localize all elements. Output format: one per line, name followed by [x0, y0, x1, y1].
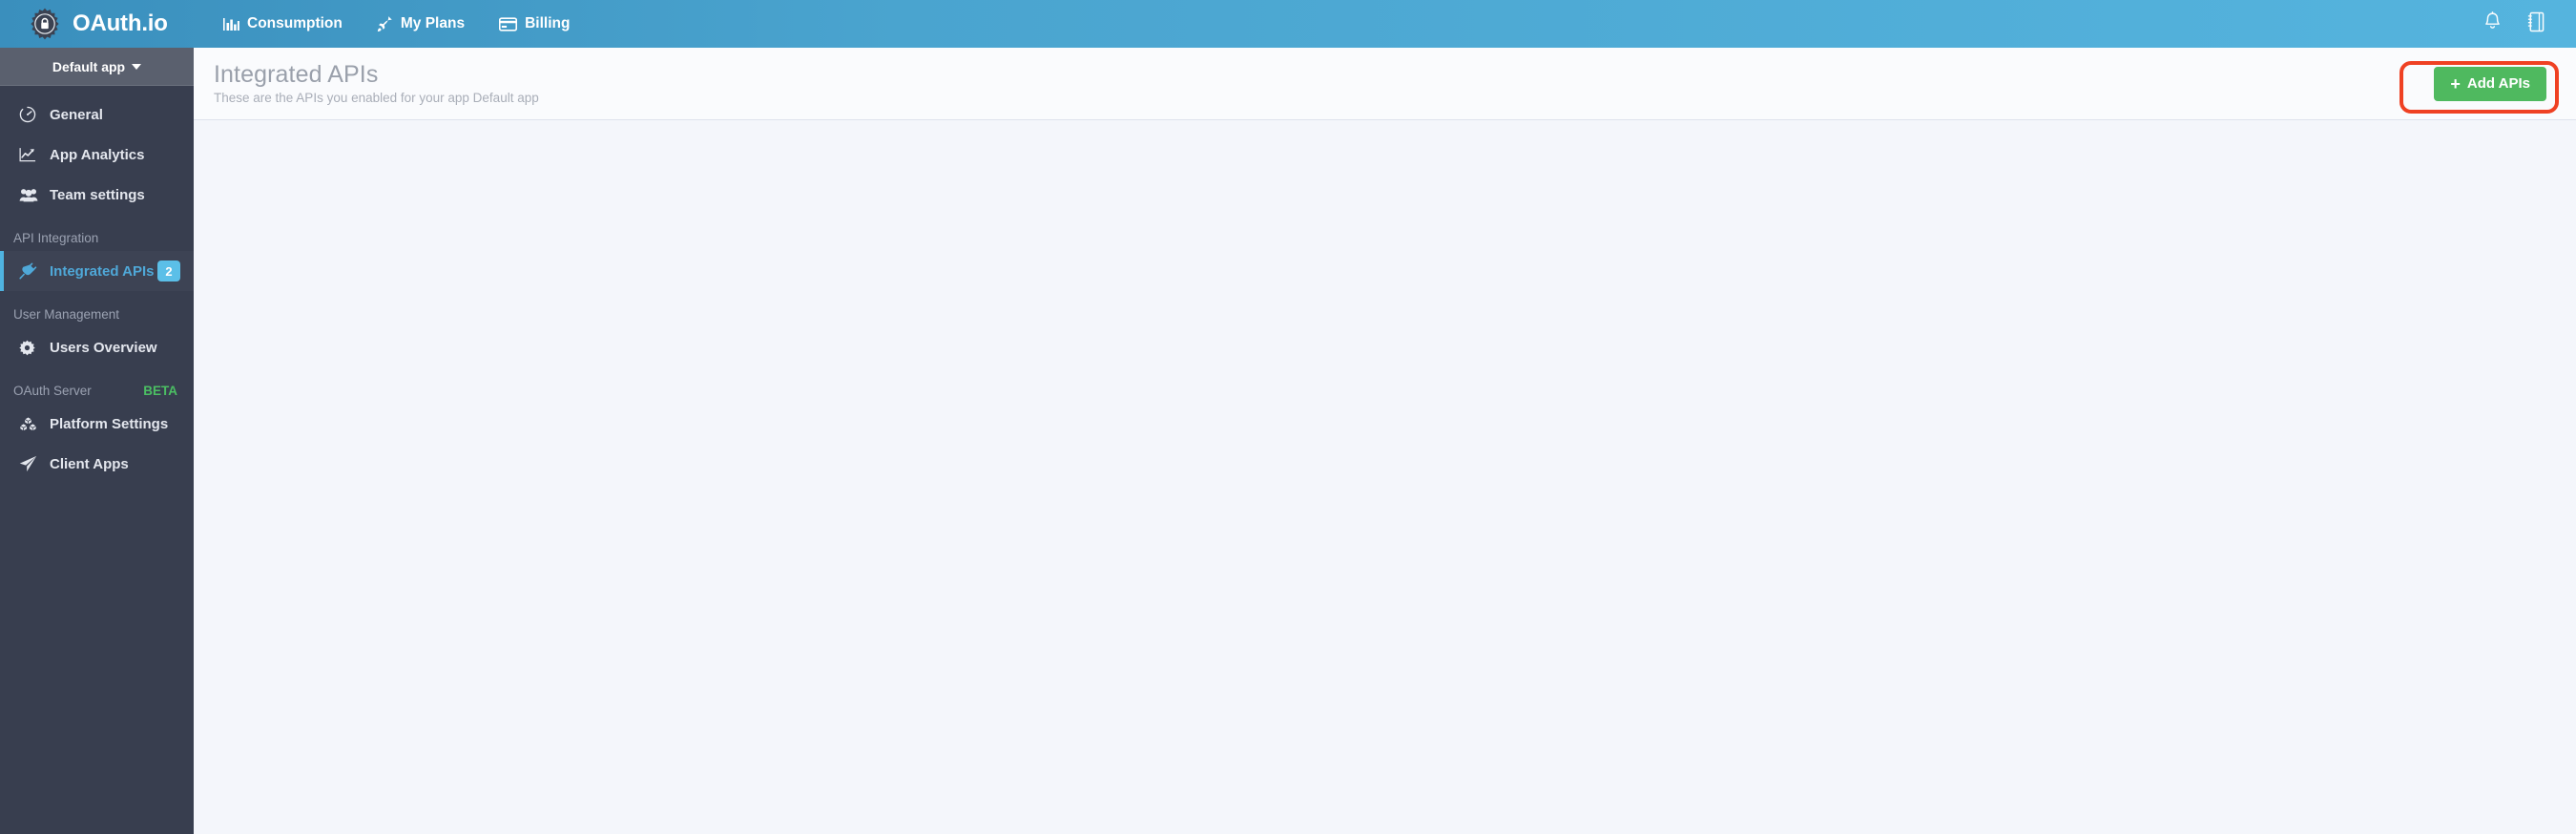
sidebar-item-client-apps[interactable]: Client Apps	[0, 444, 194, 484]
sidebar-nav: General App Analytics Team settings API …	[0, 86, 194, 484]
topnav-item-my-plans[interactable]: My Plans	[360, 0, 482, 48]
notebook-icon[interactable]	[2526, 11, 2545, 37]
app-switcher-dropdown[interactable]: Default app	[0, 48, 194, 86]
sidebar: Default app General App Analytics Team s…	[0, 48, 194, 834]
gauge-icon	[19, 106, 44, 123]
sidebar-item-platform-settings[interactable]: Platform Settings	[0, 404, 194, 444]
page-header: Integrated APIs These are the APIs you e…	[194, 48, 2576, 120]
cubes-icon	[19, 416, 44, 432]
rocket-icon	[377, 15, 393, 32]
gear-icon	[19, 340, 44, 356]
sidebar-section-label: OAuth Server	[13, 384, 92, 398]
credit-card-icon	[499, 16, 518, 31]
plug-icon	[19, 262, 44, 280]
sidebar-item-label: Team settings	[50, 186, 145, 203]
bell-icon[interactable]	[2483, 11, 2502, 36]
sidebar-section-user-management: User Management	[0, 291, 194, 327]
brand-name: OAuth.io	[73, 10, 168, 36]
sidebar-item-label: Users Overview	[50, 339, 157, 356]
sidebar-section-oauth-server: OAuth Server BETA	[0, 367, 194, 404]
chevron-down-icon	[132, 63, 142, 70]
sidebar-item-team-settings[interactable]: Team settings	[0, 175, 194, 215]
brand-logo-link[interactable]: OAuth.io	[0, 0, 194, 48]
page-header-text: Integrated APIs These are the APIs you e…	[214, 61, 539, 107]
integrated-apis-list-area	[194, 120, 2576, 834]
topbar-right-icons	[2483, 11, 2576, 37]
page-subtitle: These are the APIs you enabled for your …	[214, 90, 539, 105]
plus-icon: +	[2450, 73, 2461, 94]
topnav-label: Consumption	[247, 15, 343, 31]
line-chart-icon	[19, 147, 44, 163]
add-apis-button[interactable]: + Add APIs	[2434, 66, 2546, 101]
top-nav-links: Consumption My Plans Billing	[206, 0, 587, 48]
app-switcher-label: Default app	[52, 58, 126, 74]
sidebar-item-integrated-apis[interactable]: Integrated APIs 2	[0, 251, 194, 291]
status-badge: 2	[157, 261, 180, 281]
main-content: Integrated APIs These are the APIs you e…	[194, 48, 2576, 834]
sidebar-item-label: App Analytics	[50, 146, 145, 163]
sidebar-item-general[interactable]: General	[0, 94, 194, 135]
beta-badge: BETA	[143, 384, 177, 398]
sidebar-section-label: User Management	[13, 307, 120, 322]
top-navigation-bar: OAuth.io Consumption My Plans Billing	[0, 0, 2576, 48]
sidebar-item-label: Platform Settings	[50, 415, 169, 432]
topnav-item-consumption[interactable]: Consumption	[206, 0, 360, 48]
sidebar-item-label: General	[50, 106, 103, 123]
sidebar-section-api-integration: API Integration	[0, 215, 194, 251]
sidebar-item-app-analytics[interactable]: App Analytics	[0, 135, 194, 175]
bar-chart-icon	[223, 17, 239, 31]
gear-padlock-icon	[29, 8, 61, 40]
users-group-icon	[19, 187, 44, 202]
paper-plane-icon	[19, 455, 44, 472]
sidebar-item-label: Client Apps	[50, 455, 129, 472]
sidebar-section-label: API Integration	[13, 231, 99, 245]
topnav-item-billing[interactable]: Billing	[482, 0, 587, 48]
topnav-label: Billing	[525, 15, 571, 31]
page-title: Integrated APIs	[214, 60, 379, 88]
sidebar-item-users-overview[interactable]: Users Overview	[0, 327, 194, 367]
add-apis-label: Add APIs	[2466, 75, 2530, 92]
topnav-label: My Plans	[400, 15, 466, 31]
sidebar-item-label: Integrated APIs	[50, 262, 155, 280]
